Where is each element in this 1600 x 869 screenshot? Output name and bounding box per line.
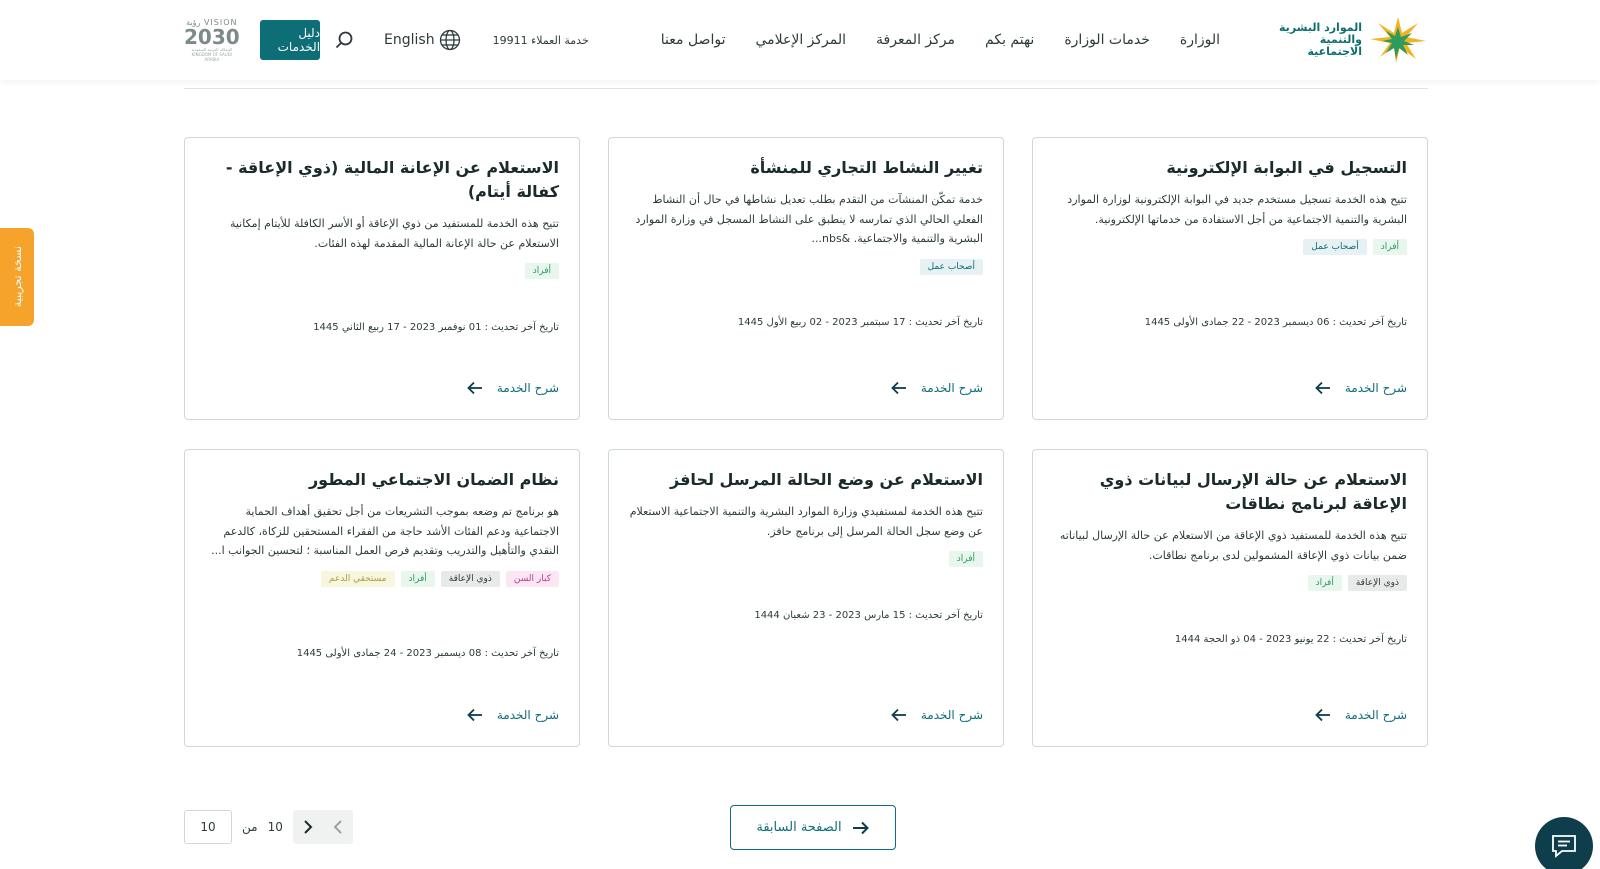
- service-card-description: تتيح هذه الخدمة لمستفيدي وزارة الموارد ا…: [629, 505, 983, 538]
- nav-ministry-services[interactable]: خدمات الوزارة: [1064, 32, 1150, 48]
- pagination-total: 10: [267, 820, 283, 834]
- tag-employers: أصحاب عمل: [1303, 239, 1367, 255]
- pagination-of-label: من: [242, 820, 258, 834]
- service-card-title[interactable]: نظام الضمان الاجتماعي المطور: [205, 468, 559, 492]
- chat-icon: [1552, 835, 1576, 858]
- pager-next-button[interactable]: [293, 810, 323, 844]
- service-card[interactable]: الاستعلام عن الإعانة المالية (ذوي الإعاق…: [184, 137, 580, 420]
- nav-media-center[interactable]: المركز الإعلامي: [755, 32, 846, 48]
- arrow-left-icon: [891, 708, 906, 722]
- tag-individuals: أفراد: [1372, 239, 1407, 255]
- service-card[interactable]: تغيير النشاط التجاري للمنشأة خدمة تمكّن …: [608, 137, 1004, 420]
- previous-page-button[interactable]: الصفحة السابقة: [730, 805, 896, 850]
- service-card-date: تاريخ آخر تحديث : 01 نوفمبر 2023 - 17 رب…: [313, 322, 559, 333]
- pager-arrows: [292, 810, 353, 844]
- service-card-description: تتيح هذه الخدمة للمستفيد ذوي الإعاقة من …: [1059, 529, 1407, 562]
- service-card-description: خدمة تمكّن المنشآت من التقدم بطلب تعديل …: [635, 193, 983, 245]
- ministry-logo[interactable]: الموارد البشرية والتنمية الاجتماعية: [1262, 15, 1428, 65]
- site-header: الموارد البشرية والتنمية الاجتماعية الوز…: [0, 0, 1600, 80]
- language-label: English: [384, 32, 435, 48]
- service-explanation-link[interactable]: شرح الخدمة: [467, 381, 559, 395]
- service-explanation-label: شرح الخدمة: [920, 708, 983, 722]
- content-divider: [184, 88, 1428, 89]
- service-card-tags: أصحاب عمل: [629, 258, 983, 275]
- header-inner: الموارد البشرية والتنمية الاجتماعية الوز…: [184, 0, 1428, 80]
- ministry-star-icon: [1370, 17, 1426, 63]
- chevron-right-icon: [304, 820, 313, 834]
- service-explanation-link[interactable]: شرح الخدمة: [891, 708, 983, 722]
- arrow-right-icon: [852, 821, 869, 834]
- nav-we-care[interactable]: نهتم بكم: [985, 32, 1034, 48]
- service-card-title[interactable]: التسجيل في البوابة الإلكترونية: [1053, 156, 1407, 180]
- service-card-tags: كبار السن ذوي الإعاقة أفراد مستحقي الدعم: [205, 570, 559, 587]
- service-card-description: تتيح هذه الخدمة تسجيل مستخدم جديد في الب…: [1067, 193, 1407, 226]
- service-card[interactable]: الاستعلام عن وضع الحالة المرسل لحافز تتي…: [608, 449, 1004, 747]
- service-explanation-label: شرح الخدمة: [1344, 381, 1407, 395]
- nav-contact-us[interactable]: تواصل معنا: [661, 32, 726, 48]
- tag-disabled: ذوي الإعاقة: [440, 570, 500, 587]
- ministry-logo-text: الموارد البشرية والتنمية الاجتماعية: [1262, 22, 1362, 58]
- vision-2030-logo: VISION رؤية 2030 المملكة العربية السعودي…: [184, 18, 240, 62]
- service-card-title[interactable]: الاستعلام عن حالة الإرسال لبيانات ذوي ال…: [1053, 468, 1407, 516]
- beta-version-tab[interactable]: نسخة تجريبية: [0, 228, 34, 326]
- tag-individuals: أفراد: [400, 570, 435, 587]
- service-card-tags: أفراد: [629, 551, 983, 567]
- tag-elderly: كبار السن: [505, 570, 559, 587]
- service-card[interactable]: التسجيل في البوابة الإلكترونية تتيح هذه …: [1032, 137, 1428, 420]
- tag-individuals: أفراد: [1307, 575, 1342, 591]
- service-card-title[interactable]: الاستعلام عن وضع الحالة المرسل لحافز: [629, 468, 983, 492]
- service-explanation-label: شرح الخدمة: [1344, 708, 1407, 722]
- service-card-description: تتيح هذه الخدمة للمستفيد من ذوي الإعاقة …: [229, 217, 559, 250]
- arrow-left-icon: [1315, 381, 1330, 395]
- customer-service-number[interactable]: خدمة العملاء 19911: [493, 34, 589, 47]
- logo-text-line2: والتنمية الاجتماعية: [1307, 33, 1362, 58]
- vision-year: 2030: [184, 25, 240, 49]
- service-explanation-label: شرح الخدمة: [496, 708, 559, 722]
- page-number-input[interactable]: [184, 810, 232, 844]
- service-card-date: تاريخ آخر تحديث : 22 يونيو 2023 - 04 ذو …: [1174, 634, 1407, 645]
- vision-line3: المملكة العربية السعودية KINGDOM OF SAUD…: [191, 47, 233, 62]
- tag-disabled: ذوي الإعاقة: [1347, 575, 1407, 591]
- nav-ministry[interactable]: الوزارة: [1180, 32, 1220, 48]
- service-explanation-link[interactable]: شرح الخدمة: [1315, 381, 1407, 395]
- service-card-date: تاريخ آخر تحديث : 06 ديسمبر 2023 - 22 جم…: [1144, 317, 1407, 328]
- service-explanation-link[interactable]: شرح الخدمة: [467, 708, 559, 722]
- service-card-title[interactable]: تغيير النشاط التجاري للمنشأة: [629, 156, 983, 180]
- nav-knowledge-center[interactable]: مركز المعرفة: [876, 32, 955, 48]
- service-explanation-label: شرح الخدمة: [496, 381, 559, 395]
- beta-version-label: نسخة تجريبية: [10, 246, 24, 308]
- tag-individuals: أفراد: [948, 551, 983, 567]
- tag-support-eligible: مستحقي الدعم: [320, 570, 395, 587]
- pager-previous-button[interactable]: [323, 810, 353, 844]
- service-card-tags: أفراد أصحاب عمل: [1053, 239, 1407, 255]
- service-card-tags: أفراد: [205, 263, 559, 279]
- service-card-date: تاريخ آخر تحديث : 15 مارس 2023 - 23 شعبا…: [754, 610, 983, 621]
- arrow-left-icon: [467, 708, 482, 722]
- previous-page-label: الصفحة السابقة: [756, 820, 842, 835]
- search-button[interactable]: [334, 30, 354, 50]
- service-explanation-link[interactable]: شرح الخدمة: [1315, 708, 1407, 722]
- service-card-title[interactable]: الاستعلام عن الإعانة المالية (ذوي الإعاق…: [205, 156, 559, 204]
- globe-icon: [439, 29, 460, 51]
- service-card-description: هو برنامج تم وضعه بموجب التشريعات من أجل…: [211, 505, 559, 557]
- chevron-left-icon: [333, 820, 342, 834]
- search-icon: [335, 31, 353, 49]
- arrow-left-icon: [1315, 708, 1330, 722]
- main-nav: الوزارة خدمات الوزارة نهتم بكم مركز المع…: [661, 32, 1220, 48]
- service-explanation-link[interactable]: شرح الخدمة: [891, 381, 983, 395]
- service-explanation-label: شرح الخدمة: [920, 381, 983, 395]
- arrow-left-icon: [467, 381, 482, 395]
- service-card-date: تاريخ آخر تحديث : 08 ديسمبر 2023 - 24 جم…: [296, 648, 559, 659]
- service-card-date: تاريخ آخر تحديث : 17 سبتمبر 2023 - 02 رب…: [737, 317, 983, 328]
- language-switch[interactable]: English: [384, 29, 461, 51]
- service-card-tags: ذوي الإعاقة أفراد: [1053, 575, 1407, 591]
- services-guide-button[interactable]: دليل الخدمات: [259, 20, 321, 60]
- arrow-left-icon: [891, 381, 906, 395]
- tag-individuals: أفراد: [524, 263, 559, 279]
- service-card[interactable]: الاستعلام عن حالة الإرسال لبيانات ذوي ال…: [1032, 449, 1428, 747]
- pagination: من 10: [184, 810, 353, 844]
- chat-button[interactable]: [1535, 817, 1593, 869]
- service-card[interactable]: نظام الضمان الاجتماعي المطور هو برنامج ت…: [184, 449, 580, 747]
- tag-employers: أصحاب عمل: [919, 258, 983, 275]
